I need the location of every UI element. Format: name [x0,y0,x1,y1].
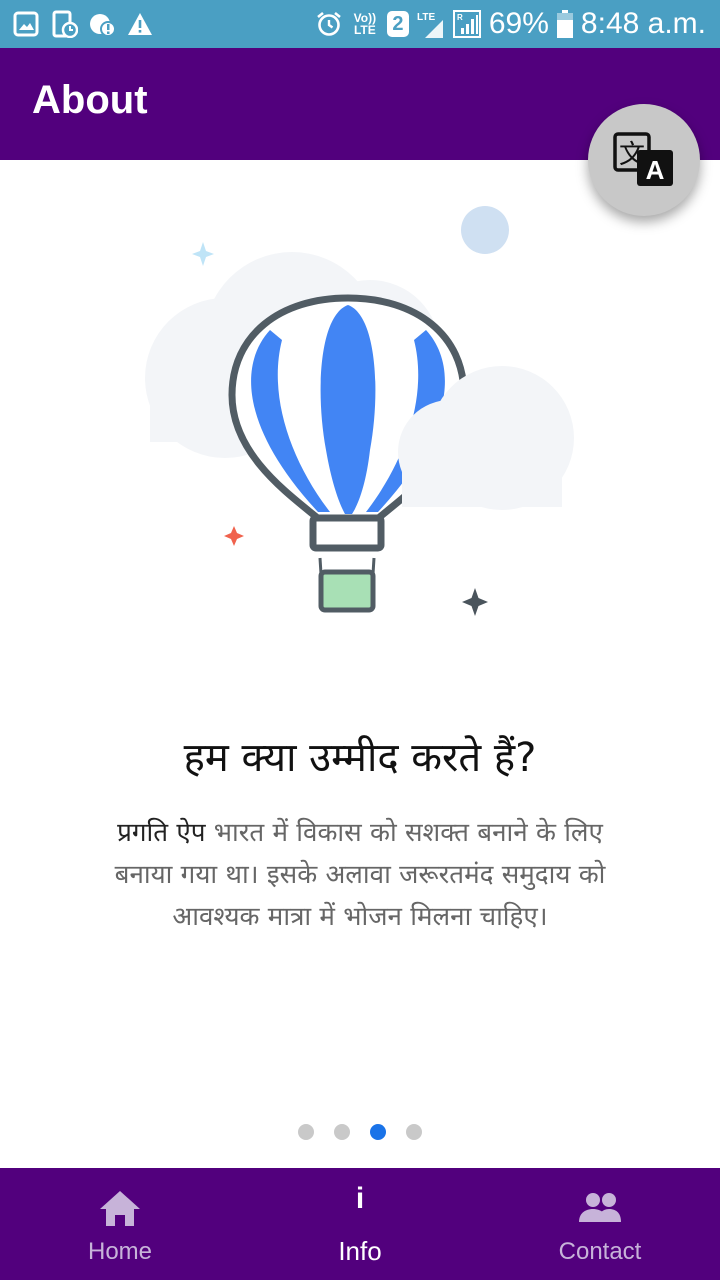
section-heading: हम क्या उम्मीद करते हैं? [183,735,537,781]
page-dot[interactable] [334,1124,350,1140]
battery-percentage: 69% [488,7,549,40]
sparkle-blue [192,242,214,266]
sim-slot-number: 2 [392,13,404,35]
nav-label-home: Home [87,1238,153,1265]
roaming-signal-icon: R [452,10,481,38]
translate-button[interactable]: 文 A [588,104,700,216]
clock: 8:48 a.m. [580,7,706,40]
balloon-basket [318,569,376,613]
bottom-navigation: Home i Info Contact [0,1168,720,1280]
status-left-icons [12,10,154,38]
page-title: About [32,78,148,122]
alarm-icon [317,11,341,36]
sky-circle [461,206,509,254]
balloon-ring [309,514,385,552]
home-icon [100,1191,140,1226]
gallery-icon [13,11,39,37]
app-name-text: प्रगति ऐप [117,818,206,848]
page-indicator [0,1124,720,1140]
page-dot[interactable] [406,1124,422,1140]
svg-text:R: R [457,13,463,22]
people-icon [579,1193,621,1222]
sim-2-icon: 2 [386,11,409,37]
translate-icon: 文 A [613,132,673,186]
sparkle-red [224,526,244,546]
section-description: प्रगति ऐप भारत में विकास को सशक्त बनाने … [90,812,630,938]
sparkle-dark [462,588,488,616]
lte-signal-icon: LTE [417,12,443,38]
data-saver-icon [90,14,116,37]
nav-item-info[interactable]: i Info [240,1168,480,1280]
screenshot-icon [52,10,78,38]
status-bar: Vo)) LTE 2 LTE R 69% 8:48 a.m. [0,0,720,48]
status-right-icons: Vo)) LTE 2 LTE R 69% 8:48 a.m. [315,6,706,42]
warning-icon [128,13,152,35]
nav-item-home[interactable]: Home [0,1168,240,1280]
svg-text:A: A [646,155,665,185]
page-dot[interactable] [298,1124,314,1140]
nav-item-contact[interactable]: Contact [480,1168,720,1280]
hot-air-balloon-illustration [145,206,574,616]
svg-text:LTE: LTE [417,12,435,23]
info-icon: i [355,1182,365,1215]
nav-label-contact: Contact [558,1238,642,1265]
nav-label-info: Info [338,1236,382,1266]
page-dot[interactable] [370,1124,386,1140]
volte-icon: Vo)) LTE [353,11,377,37]
battery-icon [556,10,573,38]
